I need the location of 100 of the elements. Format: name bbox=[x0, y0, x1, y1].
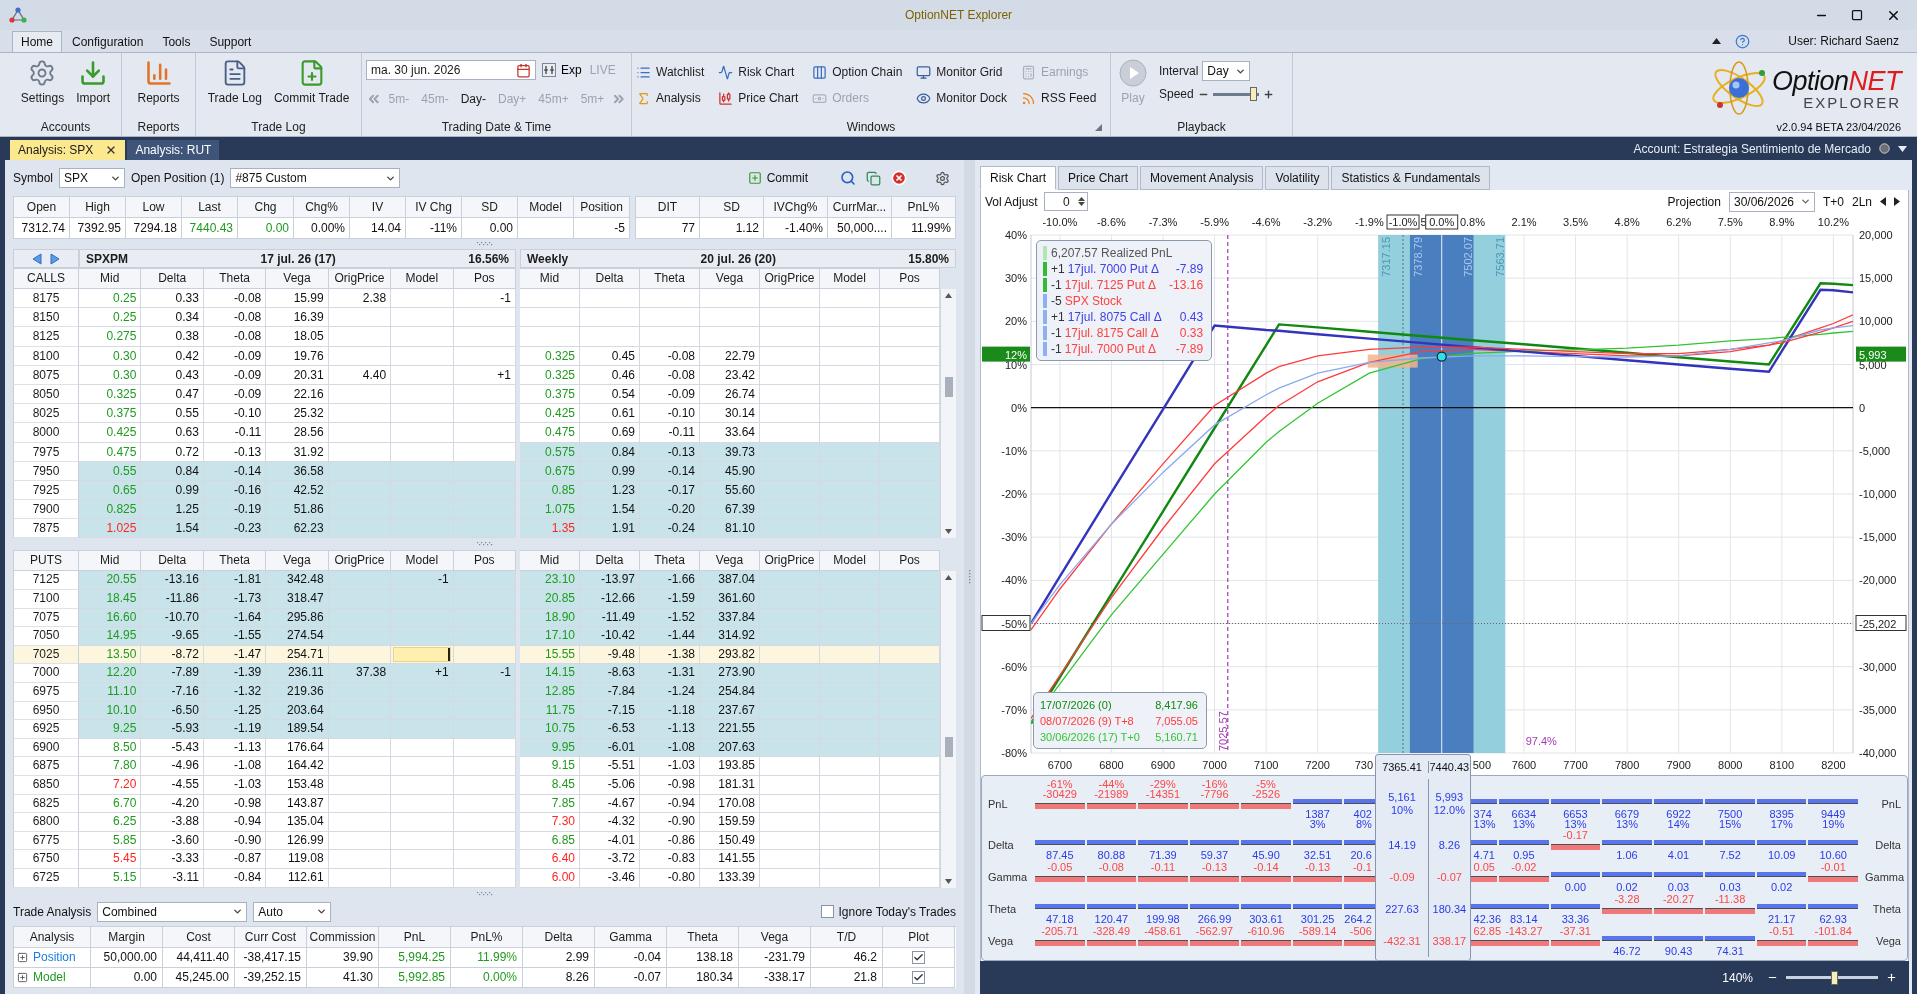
scroll-down-icon[interactable] bbox=[945, 529, 952, 535]
table-cell: 8.45 bbox=[520, 775, 580, 795]
window-button[interactable]: Analysis bbox=[636, 88, 705, 108]
table-cell: -0.90 bbox=[640, 813, 700, 832]
ribbon-button[interactable]: Trade Log bbox=[203, 56, 266, 105]
right-arrow-icon[interactable] bbox=[49, 252, 61, 265]
slider-thumb[interactable] bbox=[1249, 87, 1257, 101]
range-dropdown[interactable]: Auto bbox=[253, 901, 332, 922]
window-button[interactable]: Monitor Grid bbox=[916, 62, 1007, 82]
row-name[interactable]: Model bbox=[33, 970, 66, 985]
scroll-up-icon[interactable] bbox=[945, 575, 952, 581]
expand-icon[interactable] bbox=[17, 951, 28, 963]
document-tab[interactable]: Analysis: RUT bbox=[127, 140, 220, 160]
table-cell: 219.36 bbox=[266, 683, 329, 702]
copy-icon[interactable] bbox=[866, 170, 881, 186]
spin-down-icon[interactable] bbox=[1077, 202, 1085, 206]
row-name[interactable]: Position bbox=[33, 950, 76, 965]
table-cell: 50,000.00 bbox=[91, 947, 163, 968]
menu-tab[interactable]: Configuration bbox=[63, 31, 153, 52]
lines-count-label: 2Ln bbox=[1851, 194, 1872, 209]
menu-tab[interactable]: Home bbox=[12, 31, 62, 52]
window-button[interactable]: Monitor Dock bbox=[916, 88, 1007, 108]
projection-date-dropdown[interactable]: 30/06/2026 bbox=[1728, 191, 1815, 212]
window-button[interactable]: Watchlist bbox=[636, 62, 705, 82]
left-arrow-icon[interactable] bbox=[31, 252, 43, 265]
delete-icon[interactable] bbox=[891, 170, 907, 186]
chart-tab[interactable]: Volatility bbox=[1265, 166, 1330, 190]
symbol-dropdown[interactable]: SPX bbox=[59, 168, 125, 188]
slider-thumb[interactable] bbox=[1831, 970, 1839, 985]
trade-analysis-label: Trade Analysis bbox=[13, 904, 92, 919]
step-back-icon[interactable] bbox=[1880, 197, 1886, 206]
chart-tab[interactable]: Movement Analysis bbox=[1140, 166, 1264, 190]
splitter-grip-icon[interactable] bbox=[968, 570, 971, 584]
table-cell: 112.61 bbox=[266, 868, 329, 888]
interval-dropdown[interactable]: Day bbox=[1202, 61, 1251, 81]
user-label: User: Richard Saenz bbox=[1788, 34, 1899, 48]
caret-icon[interactable] bbox=[1898, 145, 1907, 152]
axis-label: 7.5% bbox=[1717, 216, 1743, 228]
analysis-mode-dropdown[interactable]: Combined bbox=[97, 901, 248, 922]
crosshair-value: 8.26 bbox=[1438, 838, 1461, 852]
expand-icon[interactable] bbox=[17, 971, 28, 983]
ribbon-button[interactable]: Reports bbox=[133, 56, 184, 105]
scroll-down-icon[interactable] bbox=[945, 878, 952, 884]
chain-name: SPXPM bbox=[86, 251, 128, 266]
window-button[interactable]: Price Chart bbox=[718, 88, 799, 108]
input-field[interactable] bbox=[393, 646, 451, 663]
splitter-grip-icon[interactable] bbox=[476, 542, 493, 547]
greek-value: 402 bbox=[1353, 809, 1372, 819]
ribbon-button[interactable]: Import bbox=[72, 56, 115, 105]
calendar-icon[interactable] bbox=[516, 62, 531, 78]
column-header: Chg% bbox=[294, 197, 350, 218]
settings-icon[interactable] bbox=[935, 170, 950, 186]
ribbon-button[interactable]: Commit Trade bbox=[269, 56, 354, 105]
window-button[interactable]: RSS Feed bbox=[1021, 88, 1097, 108]
collapse-ribbon-icon[interactable] bbox=[1712, 38, 1722, 44]
menu-tab[interactable]: Tools bbox=[153, 31, 200, 52]
menu-tab[interactable]: Support bbox=[200, 31, 261, 52]
position-dropdown[interactable]: #875 Custom bbox=[230, 168, 401, 188]
help-icon[interactable] bbox=[1735, 33, 1751, 49]
vol-adjust-spinner[interactable]: 0 bbox=[1043, 192, 1088, 211]
step-forward-icon[interactable] bbox=[1894, 197, 1900, 206]
window-button[interactable]: Option Chain bbox=[812, 62, 903, 82]
zoom-in-icon[interactable] bbox=[1886, 972, 1897, 983]
table-cell: 0.63 bbox=[141, 423, 204, 443]
spin-up-icon[interactable] bbox=[1077, 197, 1085, 201]
chart-tab[interactable]: Risk Chart bbox=[980, 166, 1056, 190]
window-button[interactable]: Risk Chart bbox=[718, 62, 799, 82]
plot-checkbox[interactable] bbox=[912, 950, 925, 964]
greek-value: 0.02 bbox=[1616, 882, 1638, 892]
table-cell: 0.275 bbox=[79, 327, 142, 347]
document-tab[interactable]: Analysis: SPX bbox=[10, 140, 126, 160]
table-cell: 221.55 bbox=[700, 720, 760, 739]
scrollbar[interactable] bbox=[940, 289, 956, 539]
greek-value: 0.03 bbox=[1667, 882, 1690, 892]
search-icon[interactable] bbox=[840, 170, 856, 186]
dialog-launcher-icon[interactable] bbox=[1095, 124, 1102, 131]
chart-tab[interactable]: Statistics & Fundamentals bbox=[1331, 166, 1491, 190]
splitter-grip-icon[interactable] bbox=[476, 891, 493, 896]
scroll-up-icon[interactable] bbox=[945, 293, 952, 298]
commit-button[interactable]: Commit bbox=[743, 167, 812, 189]
splitter-grip-icon[interactable] bbox=[476, 242, 493, 246]
scroll-thumb[interactable] bbox=[945, 737, 953, 758]
ribbon-button[interactable]: Settings bbox=[16, 56, 69, 105]
axis-label: -10,000 bbox=[1859, 488, 1897, 500]
scroll-thumb[interactable] bbox=[945, 377, 953, 397]
table-cell: 1.35 bbox=[520, 519, 580, 539]
plot-checkbox[interactable] bbox=[912, 970, 925, 984]
plus-icon[interactable] bbox=[1262, 88, 1274, 100]
expiration-button[interactable]: Exp bbox=[540, 60, 584, 80]
strike-cell: 8150 bbox=[13, 308, 79, 328]
leg-delta: 0.33 bbox=[1178, 325, 1204, 340]
strike-cell: 7100 bbox=[13, 590, 79, 609]
step-button[interactable]: Day- bbox=[455, 92, 491, 106]
date-field[interactable]: ma. 30 jun. 2026 bbox=[366, 60, 536, 80]
column-header: Mid bbox=[79, 551, 142, 572]
scrollbar[interactable] bbox=[940, 571, 956, 888]
checkbox[interactable] bbox=[820, 905, 834, 919]
greek-value: 374 bbox=[1473, 809, 1492, 819]
chart-tab[interactable]: Price Chart bbox=[1058, 166, 1139, 190]
axis-label: 7600 bbox=[1511, 759, 1537, 771]
